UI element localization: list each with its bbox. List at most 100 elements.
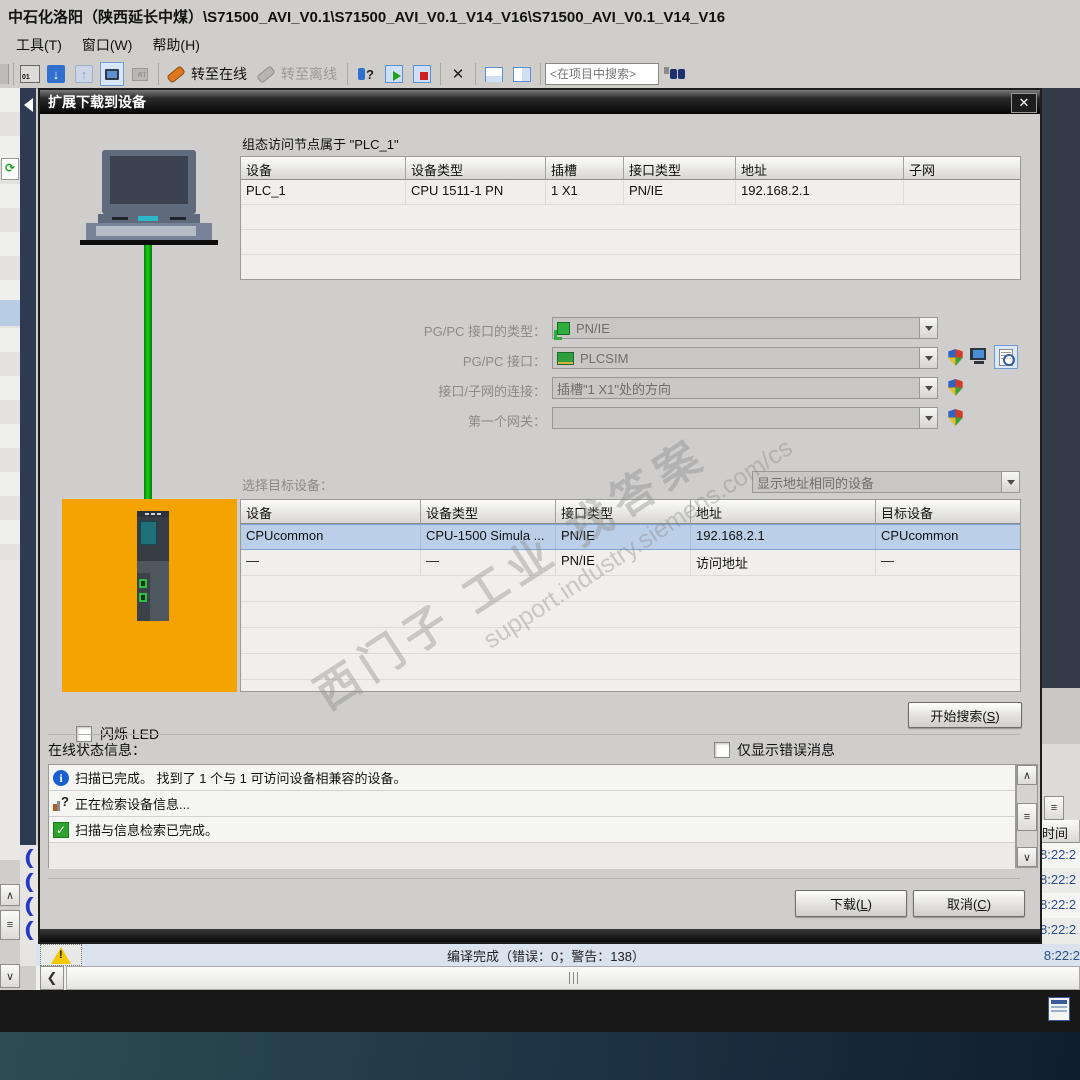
status-message-row[interactable]: ? 正在检索设备信息... xyxy=(49,791,1015,817)
messages-scroll-down-button[interactable]: ∨ xyxy=(1017,847,1037,867)
simulation-monitor-icon xyxy=(100,62,124,86)
cross-reference-button[interactable]: ✕ xyxy=(445,62,471,86)
stop-cpu-button[interactable] xyxy=(408,62,436,86)
status-message-row-empty xyxy=(49,843,1015,869)
flash-led-panel: 闪烁 LED xyxy=(62,499,237,692)
split-vertical-button[interactable] xyxy=(508,62,536,86)
column-header[interactable]: 设备 xyxy=(241,500,421,524)
hscroll-thumb[interactable] xyxy=(66,966,1080,990)
column-header[interactable]: 地址 xyxy=(736,157,904,180)
table-row-empty xyxy=(241,230,1020,255)
success-icon: ✓ xyxy=(53,822,69,838)
column-header[interactable]: 接口类型 xyxy=(624,157,736,180)
panel-collapse-bar[interactable] xyxy=(20,88,36,845)
start-search-button[interactable]: 开始搜索(S) xyxy=(908,702,1022,728)
download-to-device-button[interactable]: ↓ xyxy=(42,62,70,86)
tree-sync-icon: ⟳ xyxy=(1,158,19,180)
dropdown-arrow[interactable] xyxy=(919,378,937,398)
dropdown-arrow[interactable] xyxy=(919,318,937,338)
hscroll-left-button[interactable]: ❮ xyxy=(40,966,64,990)
device-scan-button[interactable] xyxy=(994,345,1018,369)
column-header[interactable]: 设备类型 xyxy=(421,500,556,524)
compile-status-row[interactable]: ! 编译完成（错误：0；警告：138） 8:22:2 xyxy=(36,944,1080,967)
window-title: 中石化洛阳（陕西延长中煤）\S71500_AVI_V0.1\S71500_AVI… xyxy=(8,6,725,27)
dropdown-arrow[interactable] xyxy=(919,348,937,368)
save-to-device-button[interactable]: 01 xyxy=(18,62,42,86)
subnet-connection-dropdown[interactable]: 插槽"1 X1"处的方向 xyxy=(552,377,938,399)
start-simulation-button[interactable] xyxy=(98,61,126,87)
pc-monitor-icon xyxy=(970,348,988,365)
vscroll-down-button[interactable]: ∨ xyxy=(0,964,20,988)
project-tree-selected-row[interactable] xyxy=(0,300,20,326)
target-device-row[interactable]: — — PN/IE 访问地址 — xyxy=(241,550,1020,576)
query-icon: ? xyxy=(53,796,69,812)
split-horizontal-button[interactable] xyxy=(480,62,508,86)
download-arrow-icon: ↓ xyxy=(47,65,65,83)
network-card-icon xyxy=(557,352,574,365)
column-header[interactable]: 接口类型 xyxy=(556,500,691,524)
stop-cpu-icon xyxy=(413,65,431,83)
dialog-close-button[interactable]: ✕ xyxy=(1011,93,1037,113)
start-cpu-button[interactable] xyxy=(380,62,408,86)
accessible-devices-button[interactable]: ? xyxy=(352,62,380,86)
status-message-text: 扫描已完成。 找到了 1 个与 1 可访问设备相兼容的设备。 xyxy=(75,768,407,787)
column-header[interactable]: 插槽 xyxy=(546,157,624,180)
column-header[interactable]: 设备 xyxy=(241,157,406,180)
cancel-button[interactable]: 取消(C) xyxy=(913,890,1025,917)
right-vscroll-thumb[interactable]: ≡ xyxy=(1044,796,1064,820)
split-vertical-icon xyxy=(513,67,531,82)
column-header[interactable]: 目标设备 xyxy=(876,500,1020,524)
pgpc-type-dropdown[interactable]: PN/IE xyxy=(552,317,938,339)
go-online-button[interactable]: 转至在线 xyxy=(163,64,253,84)
time-cell: 8:22:2 xyxy=(1042,868,1080,894)
column-header[interactable]: 子网 xyxy=(904,157,1020,180)
table-row-empty xyxy=(241,654,1020,680)
online-plug-icon xyxy=(166,65,186,83)
menu-window[interactable]: 窗口(W) xyxy=(72,31,143,59)
go-offline-button[interactable]: 转至离线 xyxy=(253,64,343,84)
online-status-label: 在线状态信息： xyxy=(48,740,146,760)
shield-icon xyxy=(948,379,963,396)
upload-arrow-icon: ↑ xyxy=(75,65,93,83)
upload-from-device-button[interactable]: ↑ xyxy=(70,62,98,86)
pgpc-interface-dropdown[interactable]: PLCSIM xyxy=(552,347,938,369)
runtime-button[interactable]: RT xyxy=(126,62,154,86)
target-devices-table: 设备 设备类型 接口类型 地址 目标设备 CPUcommon CPU-1500 … xyxy=(240,499,1021,692)
taskbar xyxy=(0,990,1080,1032)
target-filter-dropdown[interactable]: 显示地址相同的设备 xyxy=(752,471,1020,493)
taskbar-table-icon[interactable] xyxy=(1048,997,1070,1021)
desktop-background xyxy=(0,1032,1080,1080)
only-errors-checkbox[interactable] xyxy=(714,742,730,758)
column-header[interactable]: 地址 xyxy=(691,500,876,524)
menu-help[interactable]: 帮助(H) xyxy=(142,31,209,59)
table-row-empty xyxy=(241,602,1020,628)
time-column-header: 时间 xyxy=(1042,820,1080,843)
status-message-text: 正在检索设备信息... xyxy=(75,794,190,813)
dialog-title-bar[interactable]: 扩展下载到设备 ✕ xyxy=(40,90,1040,114)
project-search-button[interactable] xyxy=(659,62,689,86)
column-header[interactable]: 设备类型 xyxy=(406,157,546,180)
binoculars-icon-part xyxy=(664,67,669,74)
vscroll-thumb[interactable]: ≡ xyxy=(0,910,20,940)
go-online-label: 转至在线 xyxy=(191,64,247,84)
toolbar-clipped-icon xyxy=(0,64,9,84)
table-row[interactable]: PLC_1 CPU 1511-1 PN 1 X1 PN/IE 192.168.2… xyxy=(241,180,1020,205)
compile-status-text: 编译完成（错误：0；警告：138） xyxy=(447,946,645,965)
table-row-empty xyxy=(241,576,1020,602)
messages-scroll-thumb[interactable]: ≡ xyxy=(1017,803,1037,831)
target-device-row-selected[interactable]: CPUcommon CPU-1500 Simula ... PN/IE 192.… xyxy=(241,524,1020,550)
messages-scroll-up-button[interactable]: ∧ xyxy=(1017,765,1037,785)
first-gateway-label: 第一个网关： xyxy=(220,411,546,430)
dropdown-arrow[interactable] xyxy=(1001,472,1019,492)
project-search-input[interactable] xyxy=(545,63,659,85)
download-button[interactable]: 下载(L) xyxy=(795,890,907,917)
dialog-title: 扩展下载到设备 xyxy=(48,92,146,112)
configured-nodes-table: 设备 设备类型 插槽 接口类型 地址 子网 PLC_1 CPU 1511-1 P… xyxy=(240,156,1021,280)
menu-tools[interactable]: 工具(T) xyxy=(6,31,72,59)
first-gateway-dropdown[interactable] xyxy=(552,407,938,429)
vscroll-up-button[interactable]: ∧ xyxy=(0,884,20,906)
status-message-row[interactable]: ✓ 扫描与信息检索已完成。 xyxy=(49,817,1015,843)
select-target-label: 选择目标设备： xyxy=(242,475,333,494)
status-message-row[interactable]: i 扫描已完成。 找到了 1 个与 1 可访问设备相兼容的设备。 xyxy=(49,765,1015,791)
dropdown-arrow[interactable] xyxy=(919,408,937,428)
